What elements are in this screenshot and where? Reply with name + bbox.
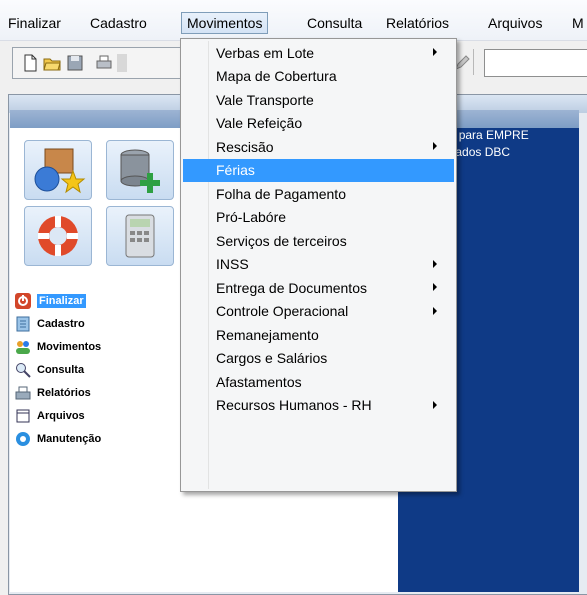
submenu-arrow-icon	[433, 259, 437, 268]
side-item-label: Cadastro	[37, 317, 85, 330]
menu-item-verbas-em-lote[interactable]: Verbas em Lote	[183, 41, 454, 64]
menu-item-label: Vale Refeição	[216, 115, 303, 131]
side-menu: Finalizar Cadastro Movimentos Consulta R…	[15, 289, 101, 450]
menu-item-entrega-de-documentos[interactable]: Entrega de Documentos	[183, 276, 454, 299]
menu-bar: Finalizar Cadastro Movimentos Consulta R…	[0, 0, 587, 41]
menu-item-label: Cargos e Salários	[216, 350, 328, 366]
side-item-label: Relatórios	[37, 386, 91, 399]
packages-button[interactable]	[24, 140, 92, 200]
side-item-label: Movimentos	[37, 340, 102, 353]
menu-m[interactable]: M	[566, 12, 587, 34]
menu-item-label: Serviços de terceiros	[216, 232, 347, 249]
menu-finalizar[interactable]: Finalizar	[2, 12, 67, 34]
menu-item-label: Vale Transporte	[216, 91, 314, 108]
menu-item-servicos-de-terceiros[interactable]: Serviços de terceiros	[183, 229, 454, 252]
calculator-icon	[125, 214, 155, 258]
side-item-consulta[interactable]: Consulta	[15, 358, 101, 381]
submenu-arrow-icon	[433, 283, 437, 291]
menu-item-label: Pró-Labóre	[216, 209, 287, 225]
menu-item-label: Verbas em Lote	[216, 44, 315, 61]
menu-item-afastamentos[interactable]: Afastamentos	[183, 370, 454, 393]
submenu-arrow-icon	[433, 142, 437, 150]
menu-item-mapa-de-cobertura[interactable]: Mapa de Cobertura	[183, 65, 454, 88]
menu-item-remanejamento[interactable]: Remanejamento	[183, 323, 454, 346]
side-item-label: Arquivos	[37, 409, 85, 422]
movimentos-dropdown: Verbas em Lote Mapa de Cobertura Vale Tran…	[180, 38, 457, 492]
globe-box-icon	[34, 148, 86, 194]
menu-item-label: INSS	[216, 256, 249, 272]
power-icon	[15, 292, 31, 309]
menu-item-folha-de-pagamento[interactable]: Folha de Pagamento	[183, 182, 454, 205]
side-item-arquivos[interactable]: Arquivos	[15, 404, 101, 427]
menu-item-label: Recursos Humanos - RH	[216, 397, 372, 413]
database-add-button[interactable]	[106, 140, 174, 200]
toolbar-search-input[interactable]	[484, 49, 587, 77]
report-icon	[15, 386, 31, 399]
menu-item-controle-operacional[interactable]: Controle Operacional	[183, 300, 454, 323]
menu-item-label: Afastamentos	[216, 373, 302, 390]
side-item-label: Manutenção	[37, 432, 102, 445]
side-item-label: Finalizar	[37, 293, 86, 308]
menu-cadastro[interactable]: Cadastro	[84, 12, 153, 34]
side-item-movimentos[interactable]: Movimentos	[15, 335, 101, 358]
menu-relatorios[interactable]: Relatórios	[380, 12, 455, 34]
notebook-icon	[16, 316, 30, 331]
menu-item-rescisao[interactable]: Rescisão	[183, 135, 454, 158]
submenu-arrow-icon	[433, 306, 437, 315]
menu-item-label: Entrega de Documentos	[216, 279, 367, 296]
submenu-arrow-icon	[433, 400, 437, 409]
lifebuoy-icon	[38, 216, 78, 256]
menu-item-label: Folha de Pagamento	[216, 185, 346, 202]
menu-item-vale-transporte[interactable]: Vale Transporte	[183, 88, 454, 111]
people-icon	[16, 340, 30, 354]
side-item-cadastro[interactable]: Cadastro	[15, 312, 101, 335]
side-item-manutencao[interactable]: Manutenção	[15, 427, 101, 450]
menu-item-label: Controle Operacional	[216, 303, 349, 319]
menu-movimentos[interactable]: Movimentos	[181, 12, 269, 34]
save-icon[interactable]	[66, 54, 84, 72]
new-document-icon[interactable]	[21, 54, 39, 72]
print-icon[interactable]	[95, 54, 113, 72]
magnifier-icon	[16, 362, 31, 378]
menu-item-inss[interactable]: INSS	[183, 253, 454, 276]
menu-item-label: Remanejamento	[216, 326, 319, 343]
menu-arquivos[interactable]: Arquivos	[482, 12, 548, 34]
toolbar-partial-button[interactable]	[117, 54, 127, 72]
toolbar-group	[12, 47, 192, 79]
menu-item-cargos-e-salarios[interactable]: Cargos e Salários	[183, 347, 454, 370]
side-item-relatorios[interactable]: Relatórios	[15, 381, 101, 404]
calculator-button[interactable]	[106, 206, 174, 266]
menu-item-label: Férias	[216, 162, 255, 178]
menu-item-label: Rescisão	[216, 138, 274, 155]
help-button[interactable]	[24, 206, 92, 266]
menu-item-recursos-humanos-rh[interactable]: Recursos Humanos - RH	[183, 394, 454, 417]
menu-item-ferias[interactable]: Férias	[183, 158, 454, 182]
menu-consulta[interactable]: Consulta	[301, 12, 368, 34]
gear-icon	[16, 431, 30, 446]
menu-item-pro-labore[interactable]: Pró-Labóre	[183, 206, 454, 229]
submenu-arrow-icon	[433, 48, 437, 56]
file-icon	[16, 409, 30, 422]
side-item-label: Consulta	[37, 363, 85, 376]
side-item-finalizar[interactable]: Finalizar	[15, 289, 101, 312]
toolbar-separator	[473, 49, 474, 75]
menu-item-vale-refeicao[interactable]: Vale Refeição	[183, 112, 454, 135]
menu-item-label: Mapa de Cobertura	[216, 68, 337, 84]
database-add-icon	[120, 149, 160, 193]
open-folder-icon[interactable]	[43, 54, 61, 72]
